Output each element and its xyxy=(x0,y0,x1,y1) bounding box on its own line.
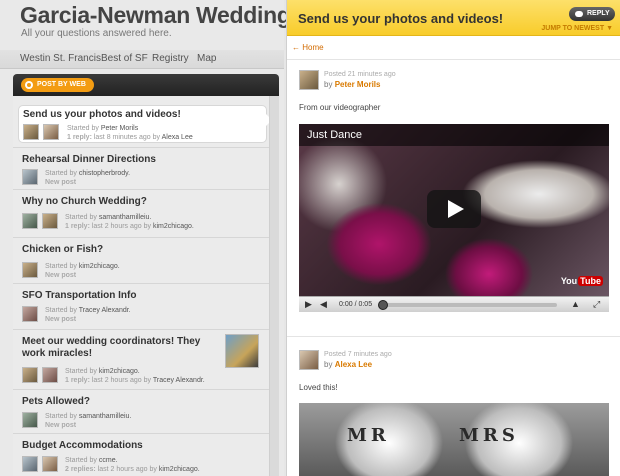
topic-starter: Started by kim2chicago. xyxy=(45,263,120,270)
topic-item[interactable]: SFO Transportation Info Started by Trace… xyxy=(13,283,269,329)
avatar xyxy=(42,367,58,383)
topic-starter: Started by Peter Morils xyxy=(67,125,139,132)
video-player[interactable]: Just Dance You Tube ▶ ◀ 0:00 / 0:05 ▲ ⤢ xyxy=(299,124,609,312)
avatar xyxy=(22,169,38,185)
topic-last-reply: 1 reply: last 2 hours ago by kim2chicago… xyxy=(65,223,194,230)
topic-starter: Started by samanthamilleiu. xyxy=(45,413,132,420)
topic-title[interactable]: Chicken or Fish? xyxy=(22,244,222,256)
video-time: 0:00 / 0:05 xyxy=(339,301,373,308)
avatar xyxy=(22,456,38,472)
topic-list-scrollbar[interactable] xyxy=(269,96,279,476)
topic-status: New post xyxy=(45,422,77,429)
play-control-icon[interactable]: ▶ xyxy=(305,299,312,310)
topic-starter: Started by kim2chicago. xyxy=(65,368,140,375)
popout-icon[interactable]: ▲ xyxy=(571,299,580,310)
play-icon[interactable] xyxy=(427,190,481,228)
post-author: by Peter Morils xyxy=(324,80,381,89)
topic-item[interactable]: Meet our wedding coordinators! They work… xyxy=(13,329,269,389)
speech-bubble-icon xyxy=(575,11,583,17)
avatar[interactable] xyxy=(299,350,319,370)
site-tagline: All your questions answered here. xyxy=(21,28,172,39)
post-body: From our videographer xyxy=(299,103,381,112)
jump-to-newest-link[interactable]: JUMP TO NEWEST ▼ xyxy=(541,25,613,32)
divider xyxy=(287,59,620,60)
youtube-logo[interactable]: You Tube xyxy=(561,276,603,286)
nav-item-best-of-sf[interactable]: Best of SF xyxy=(101,53,148,64)
topic-status: New post xyxy=(45,316,77,323)
post-by-web-button[interactable]: POST BY WEB xyxy=(21,78,94,92)
volume-icon[interactable]: ◀ xyxy=(320,299,327,310)
home-link[interactable]: ← Home xyxy=(292,43,324,52)
topic-thumbnail[interactable] xyxy=(225,334,259,368)
topic-sidebar: Garcia-Newman Wedding All your questions… xyxy=(0,0,291,476)
topic-item[interactable]: Rehearsal Dinner Directions Started by c… xyxy=(13,147,269,189)
post-by-web-label: POST BY WEB xyxy=(37,81,86,88)
post-timestamp: Posted 21 minutes ago xyxy=(324,71,396,78)
avatar xyxy=(42,213,58,229)
avatar xyxy=(23,124,39,140)
post-body: Loved this! xyxy=(299,383,338,392)
topic-title[interactable]: Budget Accommodations xyxy=(22,440,222,452)
topic-last-reply: 1 reply: last 8 minutes ago by Alexa Lee xyxy=(67,134,193,141)
post-icon xyxy=(25,81,33,89)
topic-list: Send us your photos and videos! Started … xyxy=(13,96,279,476)
top-nav: Westin St. Francis Best of SF Registry M… xyxy=(0,50,284,69)
topic-starter: Started by ccme. xyxy=(65,457,118,464)
video-controls: ▶ ◀ 0:00 / 0:05 ▲ ⤢ xyxy=(299,296,609,312)
topic-toolbar: POST BY WEB xyxy=(13,74,279,96)
topic-title[interactable]: Send us your photos and videos! xyxy=(23,109,223,121)
topic-title[interactable]: Rehearsal Dinner Directions xyxy=(22,154,222,166)
avatar xyxy=(22,412,38,428)
video-progress-bar[interactable] xyxy=(381,303,557,307)
topic-title[interactable]: Why no Church Wedding? xyxy=(22,196,222,208)
site-title[interactable]: Garcia-Newman Wedding xyxy=(20,2,291,29)
reply-label: REPLY xyxy=(587,10,610,17)
avatar xyxy=(43,124,59,140)
avatar xyxy=(22,262,38,278)
topic-status: New post xyxy=(45,272,77,279)
video-scrubber-handle[interactable] xyxy=(378,300,388,310)
avatar xyxy=(22,367,38,383)
thread-header: Send us your photos and videos! REPLY JU… xyxy=(287,0,620,36)
post-timestamp: Posted 7 minutes ago xyxy=(324,351,392,358)
topic-item[interactable]: Send us your photos and videos! Started … xyxy=(18,105,272,143)
topic-last-reply: 1 reply: last 2 hours ago by Tracey Alex… xyxy=(65,377,205,384)
avatar xyxy=(22,306,38,322)
topic-starter: Started by Tracey Alexandr. xyxy=(45,307,131,314)
reply-button[interactable]: REPLY xyxy=(569,7,615,21)
post-author: by Alexa Lee xyxy=(324,360,373,369)
divider xyxy=(287,336,620,337)
topic-item[interactable]: Why no Church Wedding? Started by samant… xyxy=(13,189,269,237)
thread-title: Send us your photos and videos! xyxy=(298,11,504,26)
avatar xyxy=(22,213,38,229)
topic-status: New post xyxy=(45,179,77,186)
avatar[interactable] xyxy=(299,70,319,90)
topic-item[interactable]: Budget Accommodations Started by ccme. 2… xyxy=(13,433,269,476)
nav-item-map[interactable]: Map xyxy=(197,53,216,64)
topic-starter: Started by samanthamilleiu. xyxy=(65,214,152,221)
topic-item[interactable]: Pets Allowed? Started by samanthamilleiu… xyxy=(13,389,269,433)
nav-item-registry[interactable]: Registry xyxy=(152,53,189,64)
photo-sign-mrs: MRS xyxy=(459,425,519,446)
topic-last-reply: 2 replies: last 2 hours ago by kim2chica… xyxy=(65,466,200,473)
topic-title[interactable]: Pets Allowed? xyxy=(22,396,222,408)
photo-sign-mr: MR xyxy=(347,425,390,446)
fullscreen-icon[interactable]: ⤢ xyxy=(593,299,600,310)
post-photo[interactable]: MR MRS xyxy=(299,403,609,476)
topic-title[interactable]: SFO Transportation Info xyxy=(22,290,222,302)
avatar xyxy=(42,456,58,472)
topic-item[interactable]: Chicken or Fish? Started by kim2chicago.… xyxy=(13,237,269,283)
thread-panel: Send us your photos and videos! REPLY JU… xyxy=(286,0,620,476)
topic-title[interactable]: Meet our wedding coordinators! They work… xyxy=(22,336,222,360)
topic-starter: Started by chistopherbrody. xyxy=(45,170,131,177)
nav-item-westin[interactable]: Westin St. Francis xyxy=(20,53,101,64)
video-title[interactable]: Just Dance xyxy=(299,124,609,146)
